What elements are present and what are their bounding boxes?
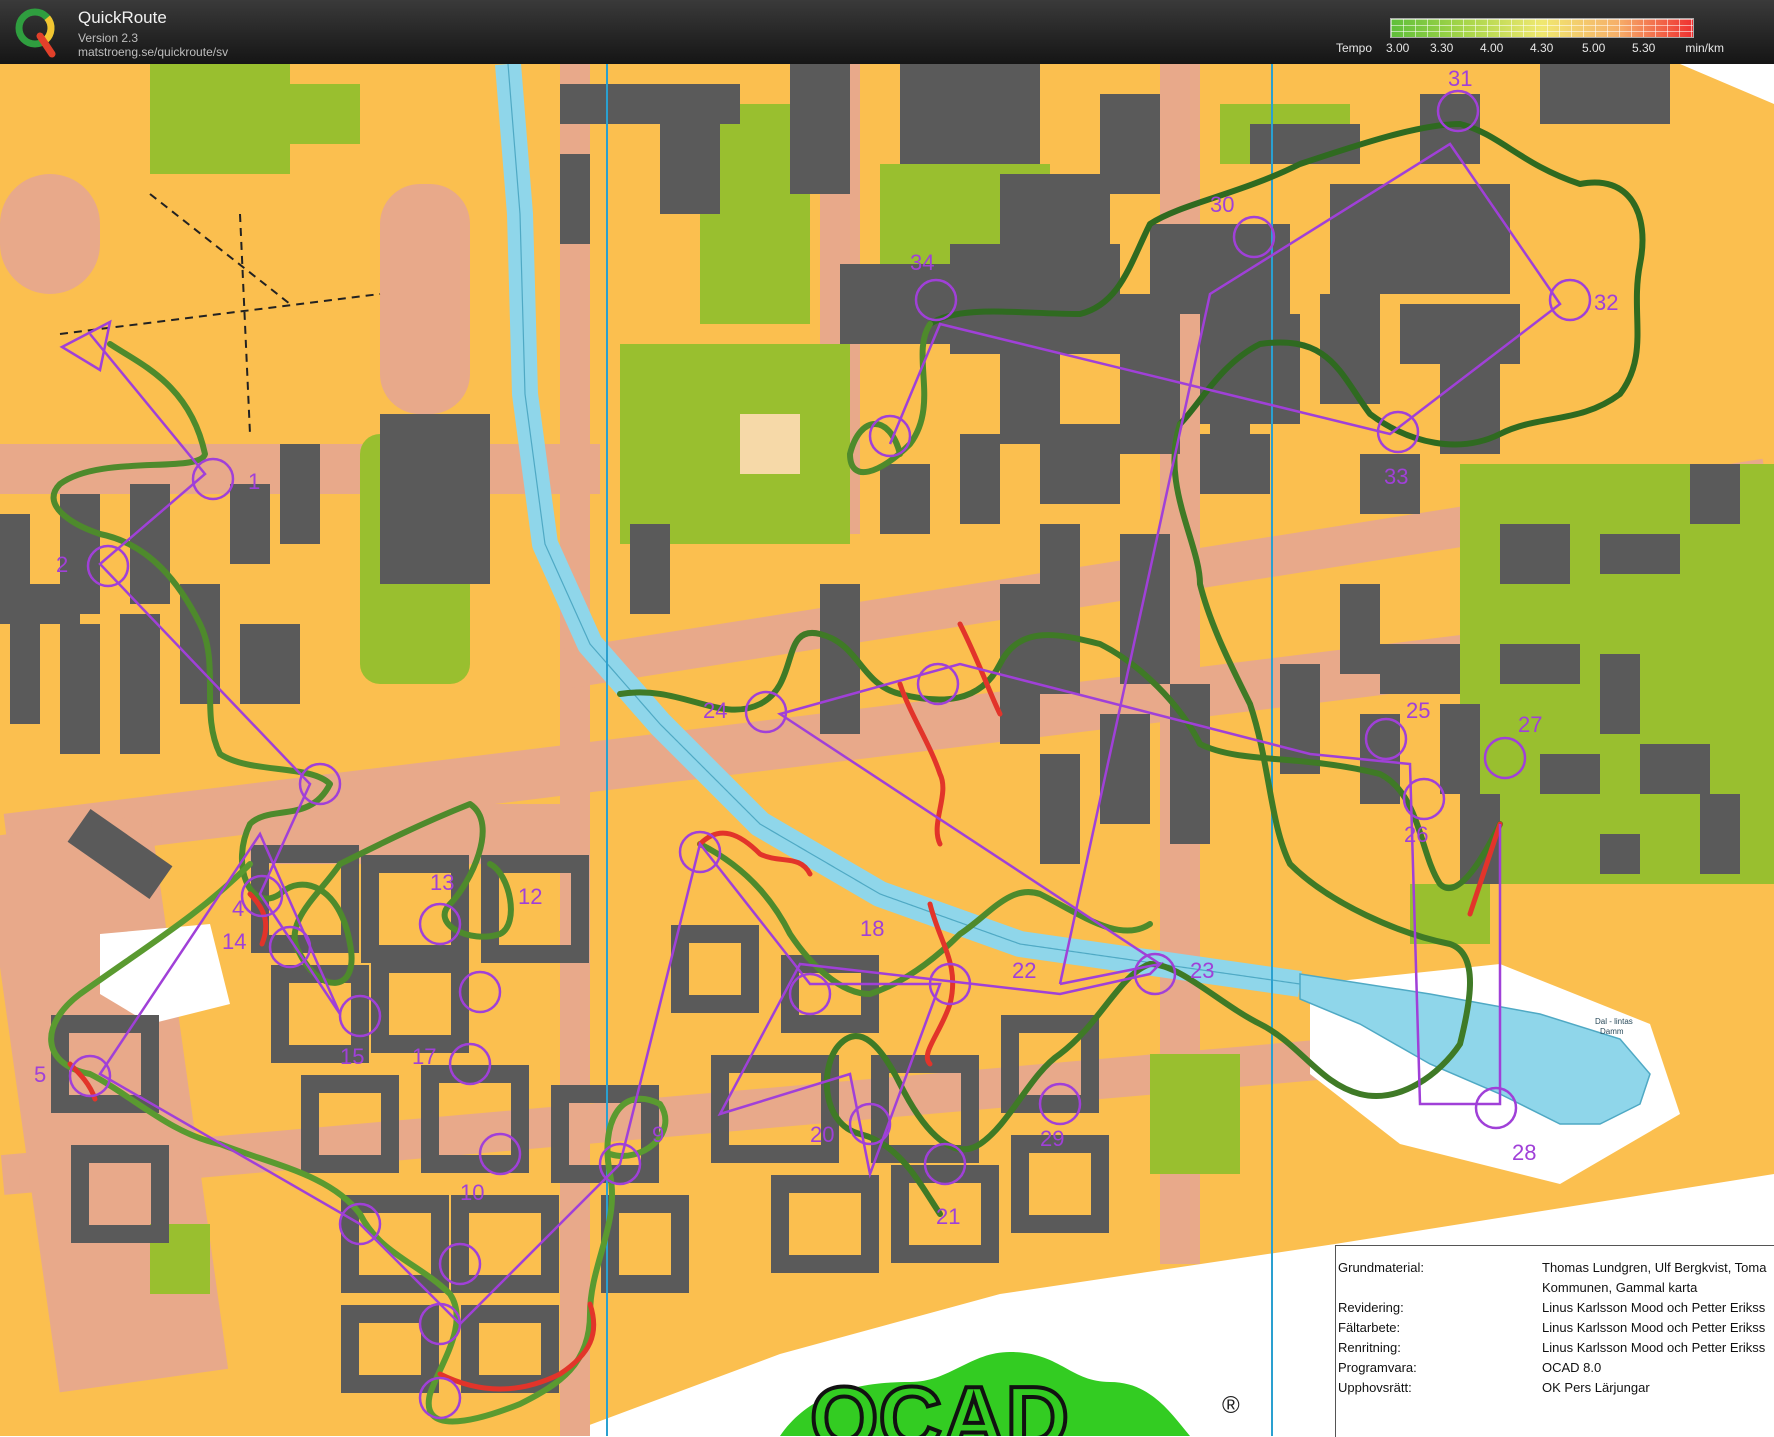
lake-label: Dal - lintas: [1595, 1017, 1633, 1026]
orienteering-map[interactable]: Dal - lintas Damm 1 2 4 5 9 10 12 13 14 …: [0, 64, 1774, 1436]
credit-key: Revidering:: [1338, 1300, 1404, 1315]
credit-key: Programvara:: [1338, 1360, 1417, 1375]
pattern-area: [740, 414, 800, 474]
control-label: 13: [430, 870, 454, 895]
credit-value: OCAD 8.0: [1542, 1360, 1602, 1375]
credit-row: Upphovsrätt: OK Pers Lärjungar: [1336, 1380, 1774, 1400]
tempo-unit: min/km: [1685, 41, 1724, 55]
svg-text:OCAD: OCAD: [810, 1368, 1069, 1436]
control-label: 20: [810, 1122, 834, 1147]
control-label: 28: [1512, 1140, 1536, 1165]
registered-mark: ®: [1222, 1392, 1240, 1419]
lake-label: Damm: [1600, 1027, 1624, 1036]
tempo-label: Tempo: [1336, 41, 1373, 55]
tempo-tick: 3.00: [1386, 41, 1410, 55]
control-label: 14: [222, 929, 246, 954]
control-label: 33: [1384, 464, 1408, 489]
credit-value: Linus Karlsson Mood och Petter Erikss: [1542, 1320, 1766, 1335]
control-label: 21: [936, 1204, 960, 1229]
app-header: QuickRoute Version 2.3 matstroeng.se/qui…: [0, 0, 1774, 64]
credit-key: Upphovsrätt:: [1338, 1380, 1412, 1395]
tempo-color-bar: [1390, 18, 1694, 38]
control-label: 12: [518, 884, 542, 909]
control-label: 26: [1404, 822, 1428, 847]
map-credits-table: Grundmaterial: Thomas Lundgren, Ulf Berg…: [1335, 1245, 1774, 1437]
credit-value: Linus Karlsson Mood och Petter Erikss: [1542, 1300, 1766, 1315]
credit-value: Thomas Lundgren, Ulf Bergkvist, Toma: [1542, 1260, 1767, 1275]
tempo-tick: 4.30: [1530, 41, 1554, 55]
credit-row: Revidering: Linus Karlsson Mood och Pett…: [1336, 1300, 1774, 1320]
credit-value: Kommunen, Gammal karta: [1542, 1280, 1698, 1295]
control-label: 31: [1448, 66, 1472, 91]
tempo-tick: 5.00: [1582, 41, 1606, 55]
control-label: 17: [412, 1044, 436, 1069]
control-label: 2: [56, 552, 68, 577]
ocad-logo: OCAD ®: [780, 1352, 1190, 1436]
tempo-tick: 3.30: [1430, 41, 1454, 55]
control-label: 32: [1594, 290, 1618, 315]
credit-row: Grundmaterial: Thomas Lundgren, Ulf Berg…: [1336, 1260, 1774, 1280]
control-label: 23: [1190, 958, 1214, 983]
control-label: 34: [910, 250, 934, 275]
app-name: QuickRoute: [78, 8, 167, 27]
credit-row: Fältarbete: Linus Karlsson Mood och Pett…: [1336, 1320, 1774, 1340]
control-label: 25: [1406, 698, 1430, 723]
credit-row: Renritning: Linus Karlsson Mood och Pett…: [1336, 1340, 1774, 1360]
control-label: 18: [860, 916, 884, 941]
credit-row: Programvara: OCAD 8.0: [1336, 1360, 1774, 1380]
quickroute-logo-icon: [15, 8, 56, 58]
control-label: 22: [1012, 958, 1036, 983]
credit-row: Kommunen, Gammal karta: [1336, 1280, 1774, 1300]
control-label: 27: [1518, 712, 1542, 737]
credit-key: Fältarbete:: [1338, 1320, 1401, 1335]
control-label: 29: [1040, 1126, 1064, 1151]
tempo-tick: 5.30: [1632, 41, 1656, 55]
credit-key: Grundmaterial:: [1338, 1260, 1424, 1275]
credit-value: OK Pers Lärjungar: [1542, 1380, 1650, 1395]
control-label: 24: [703, 698, 727, 723]
app-url: matstroeng.se/quickroute/sv: [78, 45, 229, 59]
control-label: 4: [232, 896, 244, 921]
control-label: 30: [1210, 192, 1234, 217]
control-label: 9: [652, 1122, 664, 1147]
control-label: 10: [460, 1180, 484, 1205]
app-version: Version 2.3: [78, 31, 139, 45]
control-label: 5: [34, 1062, 46, 1087]
credit-value: Linus Karlsson Mood och Petter Erikss: [1542, 1340, 1766, 1355]
control-label: 15: [340, 1044, 364, 1069]
tempo-tick: 4.00: [1480, 41, 1504, 55]
control-label: 1: [248, 469, 260, 494]
credit-key: Renritning:: [1338, 1340, 1401, 1355]
tempo-scale: Tempo 3.00 3.30 4.00 4.30 5.00 5.30 min/…: [1330, 10, 1724, 58]
